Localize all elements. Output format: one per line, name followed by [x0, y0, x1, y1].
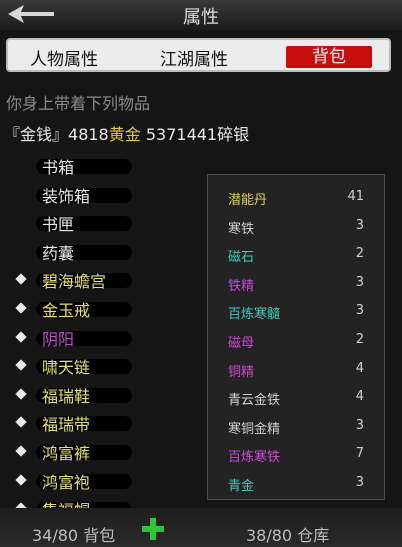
money-line: 『金钱』4818黄金 5371441碎银	[4, 121, 249, 145]
tab-backpack[interactable]: 背包	[286, 46, 372, 68]
item-name: 百炼寒铁	[228, 450, 281, 466]
item-row[interactable]: 铁精 3	[208, 269, 386, 297]
item-count: 2	[355, 246, 364, 262]
category-item[interactable]: 书箱	[0, 152, 200, 180]
gold-value: 4818	[68, 125, 109, 144]
category-item[interactable]: 集福帽	[0, 495, 200, 509]
item-name: 磁母	[228, 336, 255, 351]
category-label: 鸿富袍	[42, 472, 91, 492]
item-row[interactable]: 磁母 2	[208, 326, 386, 354]
money-prefix: 『金钱』	[4, 125, 69, 144]
title-bar: 属性	[0, 0, 402, 30]
item-row[interactable]: 潜能丹 41	[208, 183, 386, 211]
category-item[interactable]: 碧海蟾宫	[0, 266, 200, 294]
diamond-icon	[15, 388, 27, 400]
category-item[interactable]: 书匣	[0, 209, 200, 237]
tab-jianghu-attributes[interactable]: 江湖属性	[160, 45, 228, 70]
carry-label: 你身上带着下列物品	[6, 94, 151, 113]
category-item[interactable]: 啸天链	[0, 352, 200, 380]
diamond-icon	[15, 473, 27, 486]
category-label: 药囊	[42, 243, 75, 263]
bag-capacity: 34/80 背包	[32, 526, 116, 545]
category-item[interactable]: 鸿富裤	[0, 438, 200, 466]
item-row[interactable]: 百炼寒髓 3	[208, 297, 386, 325]
item-count: 2	[355, 332, 364, 347]
item-row[interactable]: 寒铜金精 3	[208, 412, 386, 440]
item-row[interactable]: 寒铁 3	[208, 212, 386, 240]
diamond-icon	[15, 359, 27, 371]
item-row[interactable]: 青金 3	[208, 469, 386, 497]
footer-bar: 34/80 背包 38/80 仓库	[0, 508, 402, 547]
item-count: 3	[355, 217, 364, 233]
category-label: 福瑞鞋	[42, 386, 91, 406]
item-count: 3	[355, 417, 364, 433]
category-label: 书箱	[42, 158, 75, 177]
item-panel: 潜能丹 41 寒铁 3 磁石 2 铁精 3 百炼寒髓 3 磁母 2 铜精 4 青云金铁 4 寒铜金精 3 百炼寒铁 7…	[207, 174, 385, 500]
gold-label: 黄金	[108, 125, 141, 144]
diamond-icon	[15, 445, 27, 457]
diamond-icon	[15, 302, 27, 314]
item-count: 3	[355, 475, 364, 490]
item-name: 青金	[228, 479, 255, 494]
item-row[interactable]: 青云金铁 4	[208, 383, 386, 411]
item-row[interactable]: 铜精 4	[208, 355, 386, 383]
item-count: 4	[355, 389, 364, 405]
diamond-icon	[15, 330, 27, 343]
category-item[interactable]: 金玉戒	[0, 295, 200, 323]
item-name: 铁精	[228, 278, 255, 294]
item-name: 寒铁	[228, 221, 255, 237]
tab-bar: 人物属性 江湖属性 背包	[6, 38, 391, 72]
category-item[interactable]: 福瑞鞋	[0, 381, 200, 409]
category-item[interactable]: 鸿富袍	[0, 467, 200, 495]
category-label: 碧海蟾宫	[42, 272, 107, 292]
category-item[interactable]: 药囊	[0, 238, 200, 266]
category-item[interactable]: 福瑞带	[0, 409, 200, 437]
category-item[interactable]: 装饰箱	[0, 181, 200, 209]
silver-label: 碎银	[217, 125, 250, 144]
category-label: 鸿富裤	[42, 444, 91, 463]
plus-icon[interactable]	[142, 518, 164, 540]
silver-value: 5371441	[145, 125, 218, 144]
storage-capacity: 38/80 仓库	[246, 526, 330, 545]
item-count: 41	[347, 189, 364, 204]
item-name: 潜能丹	[228, 193, 268, 208]
item-count: 4	[355, 360, 364, 376]
item-name: 磁石	[228, 250, 255, 266]
category-label: 装饰箱	[42, 186, 91, 206]
item-name: 寒铜金精	[228, 421, 281, 437]
diamond-icon	[15, 273, 27, 286]
item-name: 铜精	[228, 364, 255, 380]
category-label: 阴阳	[42, 329, 75, 349]
item-count: 3	[355, 274, 364, 290]
page-title: 属性	[183, 7, 219, 28]
category-label: 啸天链	[42, 358, 91, 378]
partial-category: 集福帽	[0, 495, 200, 509]
category-label: 书匣	[42, 215, 75, 235]
category-label: 福瑞带	[42, 415, 91, 435]
category-label: 金玉戒	[42, 301, 91, 320]
item-row[interactable]: 百炼寒铁 7	[208, 440, 386, 468]
item-count: 3	[355, 303, 364, 319]
item-count: 7	[355, 446, 364, 462]
item-name: 青云金铁	[228, 393, 281, 409]
category-item[interactable]: 阴阳	[0, 324, 200, 352]
diamond-icon	[15, 416, 27, 429]
tab-character-attributes[interactable]: 人物属性	[30, 45, 98, 70]
item-row[interactable]: 磁石 2	[208, 240, 386, 268]
item-name: 百炼寒髓	[228, 307, 281, 323]
